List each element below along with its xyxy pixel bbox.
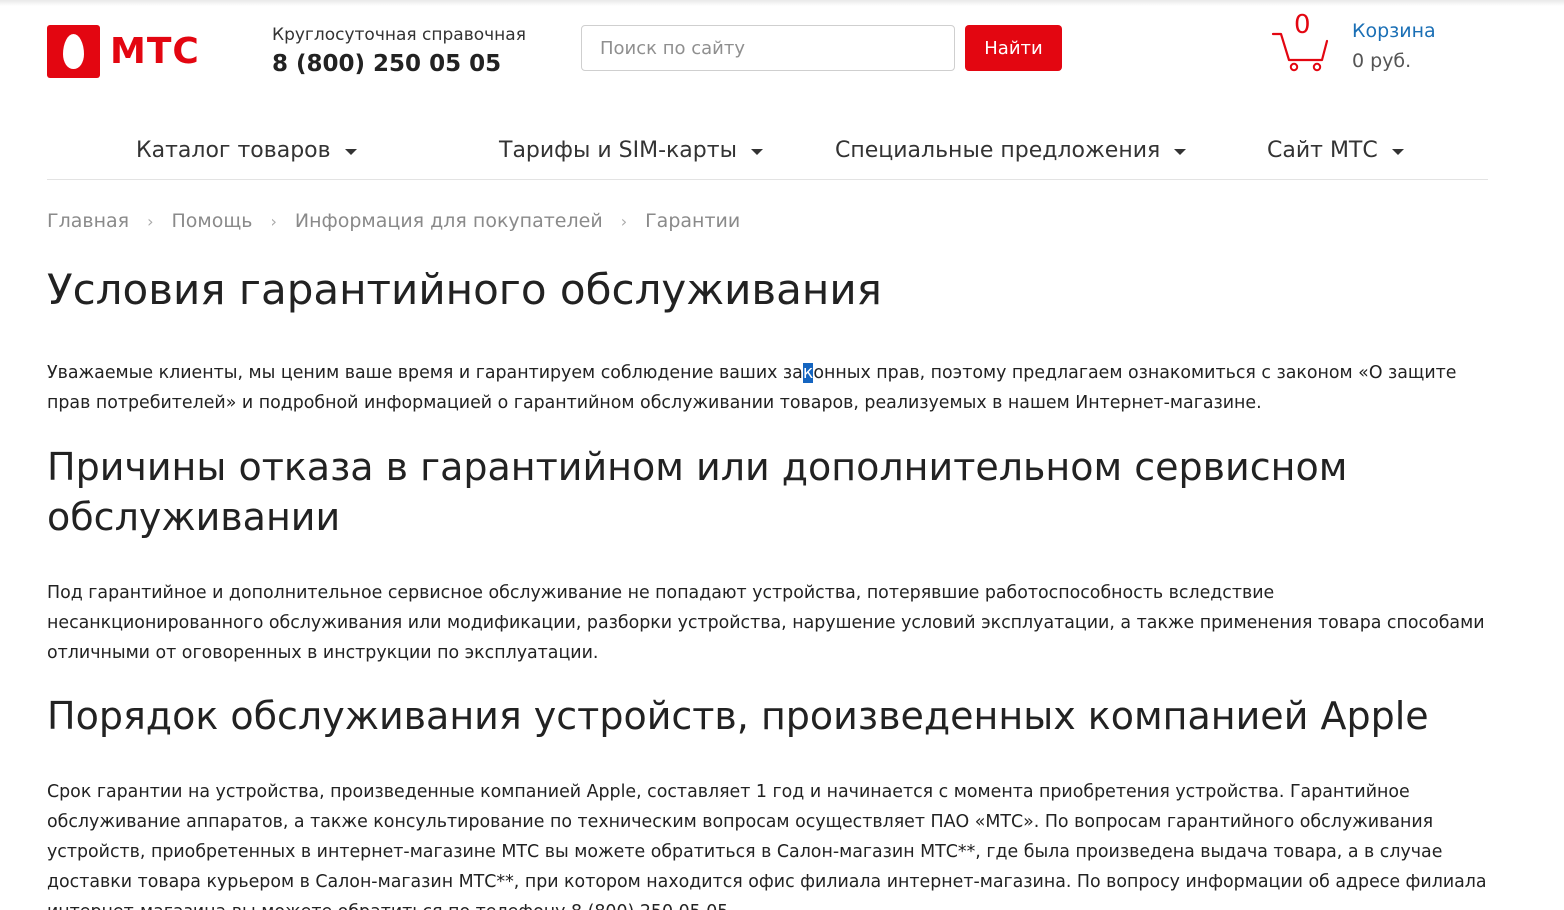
- logo-text: МТС: [110, 31, 200, 72]
- search-input[interactable]: [581, 25, 955, 71]
- breadcrumb-separator: ›: [147, 211, 154, 231]
- intro-paragraph: Уважаемые клиенты, мы ценим ваше время и…: [47, 358, 1487, 418]
- nav-item-mts-site[interactable]: Сайт МТС: [1267, 138, 1404, 163]
- main-nav: Каталог товаров Тарифы и SIM-карты Специ…: [47, 132, 1488, 180]
- main-content: Условия гарантийного обслуживания Уважае…: [47, 262, 1487, 910]
- section-heading-refusal: Причины отказа в гарантийном или дополни…: [47, 445, 1348, 539]
- cart-count: 0: [1294, 10, 1311, 40]
- chevron-down-icon: [1174, 148, 1187, 155]
- hotline-label: Круглосуточная справочная: [272, 25, 526, 45]
- nav-item-label: Каталог товаров: [136, 138, 331, 163]
- section-paragraph-apple: Срок гарантии на устройства, произведенн…: [47, 782, 1487, 910]
- nav-item-tariffs[interactable]: Тарифы и SIM-карты: [499, 138, 763, 163]
- breadcrumb-home[interactable]: Главная: [47, 210, 129, 232]
- breadcrumb-customer-info[interactable]: Информация для покупателей: [295, 210, 603, 232]
- nav-item-label: Тарифы и SIM-карты: [499, 138, 737, 163]
- text-selection: к: [802, 363, 814, 383]
- breadcrumb-separator: ›: [270, 211, 277, 231]
- top-shadow: [0, 0, 1564, 6]
- cart-link[interactable]: Корзина: [1352, 20, 1436, 42]
- mts-logo[interactable]: МТС: [47, 25, 200, 78]
- breadcrumb-separator: ›: [620, 211, 628, 231]
- section-paragraph-refusal: Под гарантийное и дополнительное сервисн…: [47, 583, 1485, 663]
- intro-text: Уважаемые клиенты, мы ценим ваше время и…: [47, 363, 803, 383]
- chevron-down-icon: [1391, 148, 1404, 155]
- breadcrumb-current: Гарантии: [645, 210, 741, 232]
- page-title: Условия гарантийного обслуживания: [47, 265, 882, 314]
- nav-item-label: Сайт МТС: [1267, 138, 1378, 163]
- search-button[interactable]: Найти: [965, 25, 1062, 71]
- hotline-phone[interactable]: 8 (800) 250 05 05: [272, 50, 526, 78]
- chevron-down-icon: [750, 148, 763, 155]
- breadcrumb: Главная › Помощь › Информация для покупа…: [47, 210, 740, 232]
- nav-item-catalog[interactable]: Каталог товаров: [136, 138, 357, 163]
- mts-egg-logo-icon: [47, 25, 100, 78]
- nav-item-special-offers[interactable]: Специальные предложения: [835, 138, 1187, 163]
- cart-sum: 0 руб.: [1352, 50, 1412, 72]
- chevron-down-icon: [344, 148, 357, 155]
- section-heading-apple: Порядок обслуживания устройств, произвед…: [47, 694, 1429, 738]
- hotline: Круглосуточная справочная 8 (800) 250 05…: [272, 25, 526, 78]
- nav-item-label: Специальные предложения: [835, 138, 1161, 163]
- breadcrumb-help[interactable]: Помощь: [171, 210, 252, 232]
